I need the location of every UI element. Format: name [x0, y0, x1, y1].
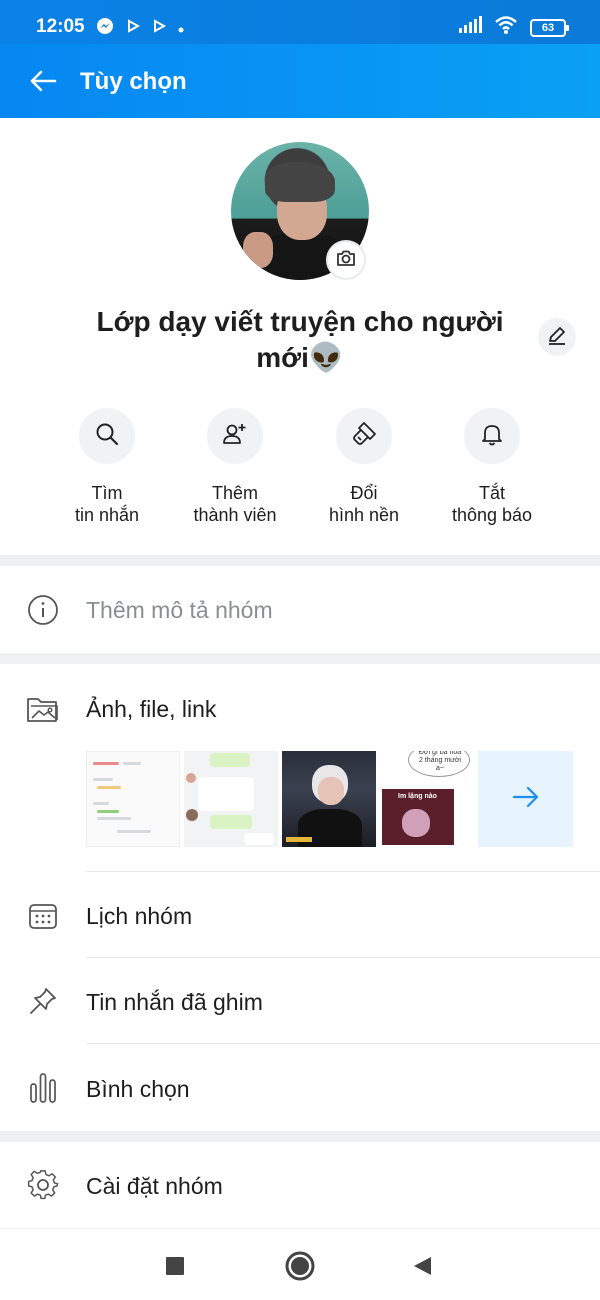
gear-icon	[26, 1168, 60, 1202]
group-profile: Lớp dạy viết truyện cho người mới👽 Tìm t…	[0, 118, 600, 555]
group-settings-row[interactable]: Cài đặt nhóm	[0, 1142, 600, 1228]
section-divider	[0, 555, 600, 566]
system-nav-bar	[0, 1228, 600, 1300]
dot-icon	[178, 20, 184, 38]
calendar-icon	[26, 899, 60, 933]
menu-label: Lịch nhóm	[86, 903, 193, 929]
menu-label: Tin nhắn đã ghim	[86, 989, 263, 1015]
add-member-button[interactable]: Thêm thành viên	[170, 408, 300, 526]
search-icon	[94, 421, 120, 452]
add-description-row[interactable]: Thêm mô tả nhóm	[0, 566, 600, 653]
action-label: Đổi hình nền	[328, 483, 400, 525]
section-divider	[0, 653, 600, 664]
menu-label: Cài đặt nhóm	[86, 1173, 223, 1199]
bell-icon	[479, 421, 505, 452]
signal-icon	[458, 16, 482, 39]
group-calendar-row[interactable]: Lịch nhóm	[0, 872, 600, 958]
info-icon	[26, 593, 60, 627]
pinned-messages-row[interactable]: Tin nhắn đã ghim	[0, 958, 600, 1044]
page-title: Tùy chọn	[80, 68, 187, 95]
media-thumbnails: Đợi gì ba hoa 2 tháng mười a~ Im lặng nà…	[86, 751, 574, 847]
section-divider	[0, 1131, 600, 1142]
action-label: Thêm thành viên	[193, 483, 277, 525]
paint-brush-icon	[350, 420, 378, 453]
media-title[interactable]: Ảnh, file, link	[86, 696, 216, 723]
description-placeholder: Thêm mô tả nhóm	[86, 597, 273, 623]
recent-apps-icon[interactable]	[158, 1249, 192, 1283]
action-label: Tìm tin nhắn	[74, 483, 140, 525]
group-name: Lớp dạy viết truyện cho người mới👽	[96, 306, 504, 373]
play-icon	[126, 19, 141, 38]
status-time: 12:05	[36, 16, 85, 37]
status-system-icons: 63	[458, 15, 569, 40]
media-thumbnail[interactable]	[282, 751, 376, 847]
menu-label: Bình chọn	[86, 1076, 190, 1102]
edit-name-button[interactable]	[538, 318, 576, 356]
app-bar: Tùy chọn	[0, 44, 600, 118]
status-notification-icons	[96, 17, 184, 40]
media-thumbnail[interactable]: Đợi gì ba hoa 2 tháng mười a~ Im lặng nà…	[380, 751, 474, 847]
back-arrow-icon[interactable]	[28, 66, 58, 96]
action-label: Tắt thông báo	[451, 483, 533, 525]
battery-icon: 63	[530, 18, 569, 37]
poll-icon	[26, 1071, 60, 1105]
play-icon	[152, 19, 167, 38]
view-all-media-button[interactable]	[478, 751, 573, 847]
back-triangle-icon[interactable]	[405, 1249, 439, 1283]
status-bar: 12:05 63	[0, 0, 600, 44]
change-background-button[interactable]: Đổi hình nền	[299, 408, 429, 526]
messenger-icon	[96, 17, 114, 40]
pencil-icon	[546, 324, 568, 351]
arrow-right-icon	[512, 785, 540, 814]
add-user-icon	[221, 420, 249, 453]
folder-image-icon	[26, 692, 60, 726]
change-avatar-button[interactable]	[328, 242, 364, 278]
search-messages-button[interactable]: Tìm tin nhắn	[42, 408, 172, 526]
media-thumbnail[interactable]	[184, 751, 278, 847]
poll-row[interactable]: Bình chọn	[0, 1044, 600, 1131]
quick-actions: Tìm tin nhắn Thêm thành viên Đổi hình nề…	[0, 408, 600, 528]
media-thumbnail[interactable]	[86, 751, 180, 847]
camera-icon	[335, 247, 357, 274]
home-icon[interactable]	[283, 1249, 317, 1283]
wifi-icon	[494, 15, 518, 40]
mute-notifications-button[interactable]: Tắt thông báo	[427, 408, 557, 526]
pin-icon	[26, 984, 60, 1018]
